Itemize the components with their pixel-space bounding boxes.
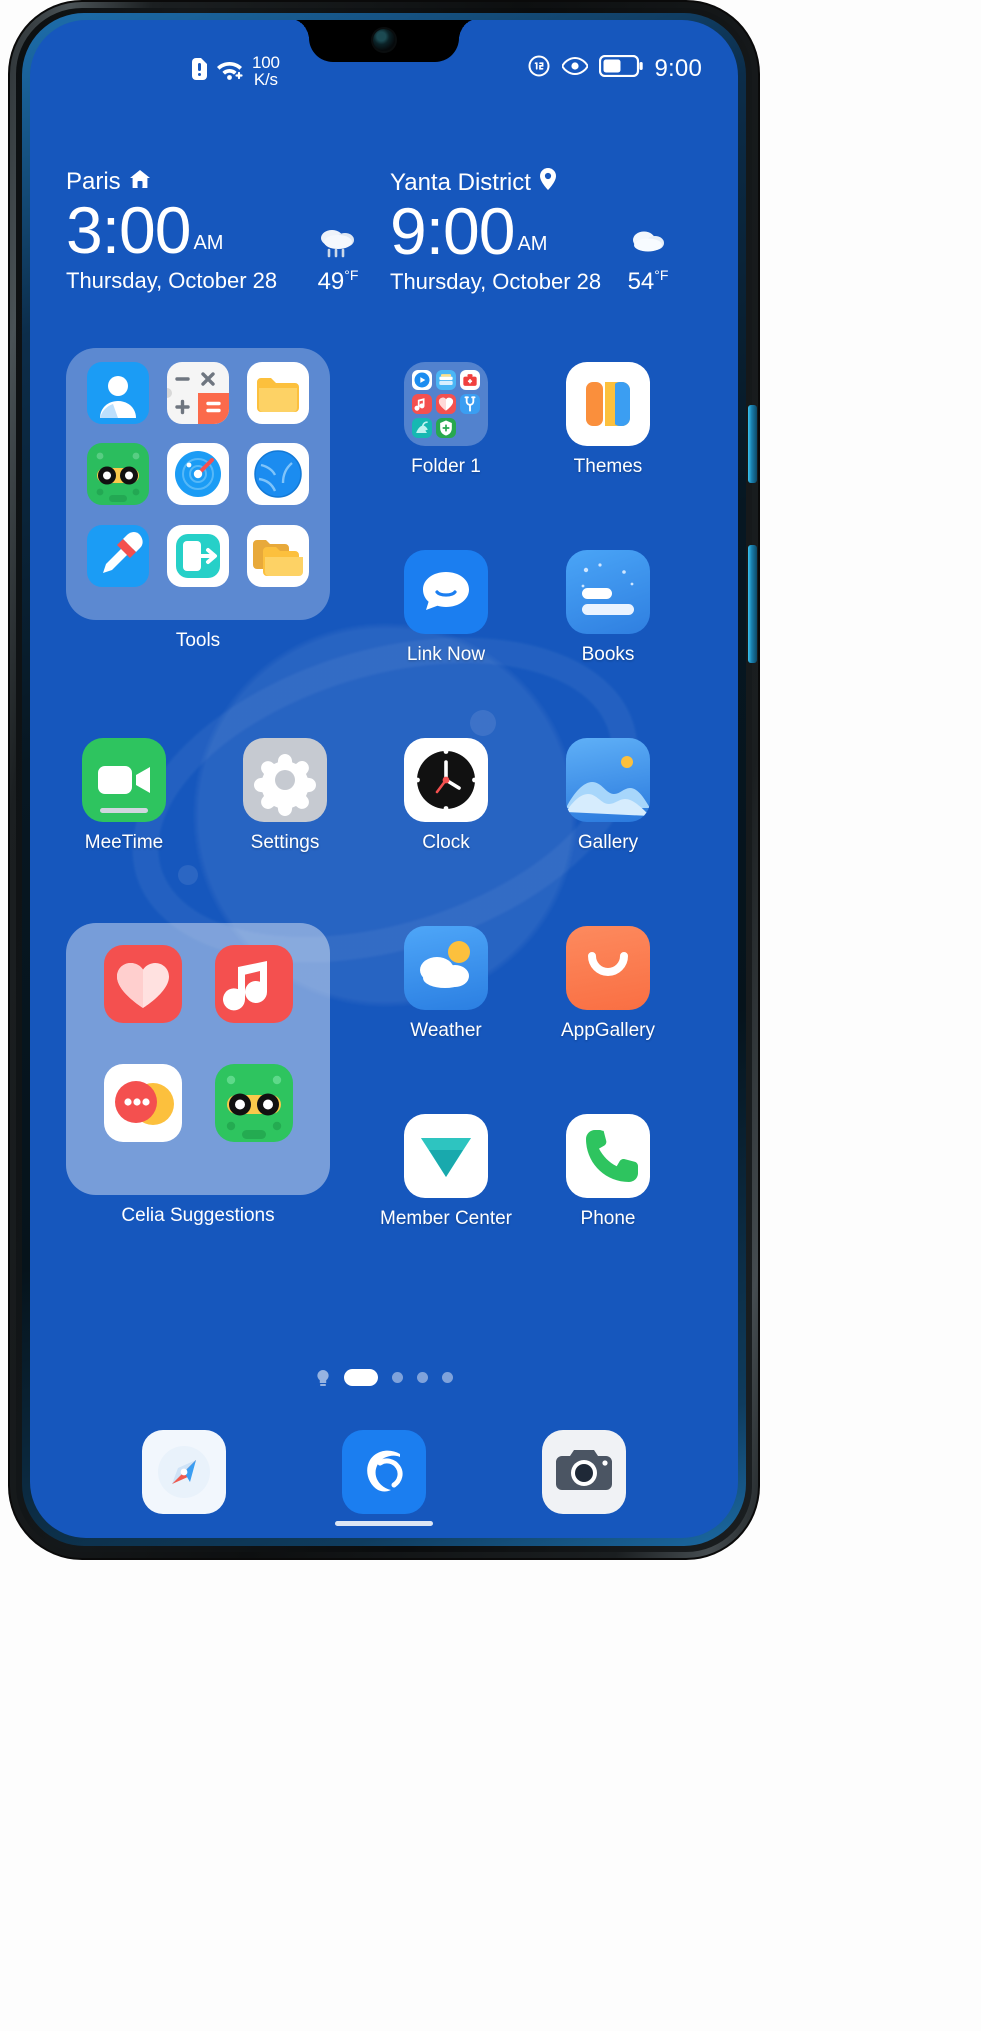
calculator-icon[interactable] xyxy=(167,362,229,424)
app-phone-label: Phone xyxy=(580,1208,636,1229)
clock-icon[interactable] xyxy=(404,738,488,822)
app-clock[interactable]: Clock xyxy=(388,738,504,854)
app-member-center[interactable]: Member Center xyxy=(380,1114,512,1230)
app-link-now-label: Link Now xyxy=(406,644,486,665)
music-icon[interactable] xyxy=(214,945,293,1023)
app-transfer-icon[interactable] xyxy=(167,524,229,587)
celia-icon[interactable] xyxy=(342,1430,426,1514)
camera-icon[interactable] xyxy=(542,1430,626,1514)
folder-celia-label: Celia Suggestions xyxy=(121,1205,275,1226)
app-settings[interactable]: Settings xyxy=(227,738,343,854)
app-themes-label: Themes xyxy=(573,456,643,477)
health-icon xyxy=(436,394,456,414)
themes-icon[interactable] xyxy=(566,362,650,446)
hinote-icon[interactable] xyxy=(87,524,149,587)
folder-tools-preview[interactable] xyxy=(66,348,330,620)
folder-tools[interactable]: Tools xyxy=(66,348,330,652)
folder-tools-label: Tools xyxy=(175,630,221,651)
browser-icon[interactable] xyxy=(142,1430,226,1514)
app-grid: Tools Folder 1 Themes Link Now Books Mee… xyxy=(30,20,738,1538)
app-appgallery[interactable]: AppGallery xyxy=(550,926,666,1042)
page-dot[interactable] xyxy=(416,1372,428,1383)
app-books[interactable]: Books xyxy=(550,550,666,666)
app-phone[interactable]: Phone xyxy=(550,1114,666,1230)
app-meetime-label: MeeTime xyxy=(84,832,164,853)
app-settings-label: Settings xyxy=(250,832,320,853)
video-icon xyxy=(412,370,432,390)
security-icon xyxy=(436,418,456,438)
appgallery-icon[interactable] xyxy=(566,926,650,1010)
app-gallery-label: Gallery xyxy=(577,832,639,853)
app-member-center-label: Member Center xyxy=(380,1208,512,1229)
page-dot-active[interactable] xyxy=(343,1369,378,1386)
folder-celia-suggestions[interactable]: Celia Suggestions xyxy=(66,923,330,1227)
app-themes[interactable]: Themes xyxy=(550,362,666,478)
page-dot[interactable] xyxy=(441,1372,453,1383)
folder-celia-preview[interactable] xyxy=(66,923,330,1195)
first-aid-icon xyxy=(460,370,480,390)
app-clock-label: Clock xyxy=(422,832,470,853)
recorder-icon[interactable] xyxy=(214,1064,293,1142)
member-center-icon[interactable] xyxy=(404,1114,488,1198)
music-icon xyxy=(412,394,432,414)
dock xyxy=(30,1430,738,1514)
app-link-now[interactable]: Link Now xyxy=(388,550,504,666)
page-dot[interactable] xyxy=(391,1372,403,1383)
app-appgallery-label: AppGallery xyxy=(561,1020,655,1041)
app-weather[interactable]: Weather xyxy=(388,926,504,1042)
power-button[interactable] xyxy=(748,405,757,483)
home-indicator[interactable] xyxy=(335,1521,433,1526)
smart-tips-bulb-icon[interactable] xyxy=(316,1369,330,1386)
mini-empty-slot xyxy=(460,418,480,438)
messages-icon[interactable] xyxy=(103,1064,182,1142)
browser-icon[interactable] xyxy=(247,443,309,506)
pet-icon xyxy=(412,418,432,438)
folder-folder1-label: Folder 1 xyxy=(411,456,481,477)
app-gallery[interactable]: Gallery xyxy=(550,738,666,854)
volume-button[interactable] xyxy=(748,545,757,663)
toolbox-icon xyxy=(460,394,480,414)
weather-icon[interactable] xyxy=(404,926,488,1010)
phone-icon[interactable] xyxy=(566,1114,650,1198)
contacts-icon[interactable] xyxy=(87,362,149,424)
phone-screen[interactable]: 100 K/s 9:00 Paris 3:00 AM Thursday, Oct… xyxy=(30,20,738,1538)
app-meetime[interactable]: MeeTime xyxy=(66,738,182,854)
file-manager-icon[interactable] xyxy=(247,524,309,587)
settings-icon[interactable] xyxy=(243,738,327,822)
page-root: 100 K/s 9:00 Paris 3:00 AM Thursday, Oct… xyxy=(0,0,981,2031)
gallery-icon[interactable] xyxy=(566,738,650,822)
wallet-icon xyxy=(436,370,456,390)
files-icon[interactable] xyxy=(247,362,309,424)
books-icon[interactable] xyxy=(566,550,650,634)
page-indicator[interactable] xyxy=(30,1369,738,1386)
meetime-icon[interactable] xyxy=(82,738,166,822)
compass-icon[interactable] xyxy=(167,443,229,506)
app-weather-label: Weather xyxy=(410,1020,482,1041)
health-icon[interactable] xyxy=(103,945,182,1023)
recorder-icon[interactable] xyxy=(87,443,149,506)
folder-folder1[interactable]: Folder 1 xyxy=(388,362,504,478)
folder-folder1-preview[interactable] xyxy=(404,362,488,446)
link-now-icon[interactable] xyxy=(404,550,488,634)
app-books-label: Books xyxy=(581,644,635,665)
